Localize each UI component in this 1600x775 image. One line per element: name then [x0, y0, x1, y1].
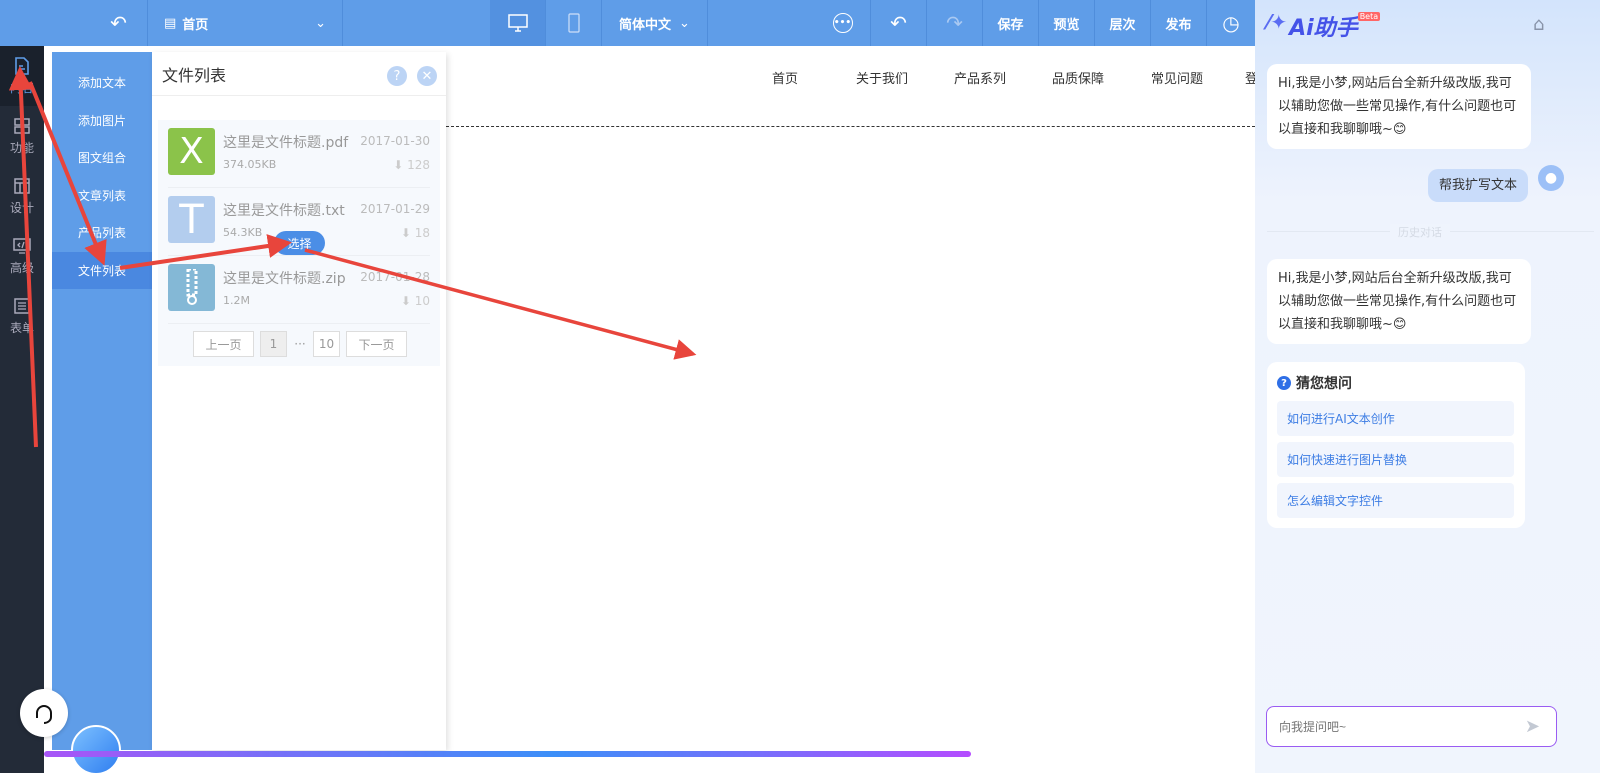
submenu-add-image[interactable]: 添加图片	[52, 102, 152, 140]
question-icon: ?	[1277, 376, 1291, 390]
ai-chat-input-box: ➤	[1266, 706, 1557, 747]
file-item[interactable]: 这里是文件标题.zip 1.2M 2017-01-28 ⬇ 10	[168, 256, 430, 324]
site-nav-home[interactable]: 首页	[772, 68, 798, 87]
site-nav-quality[interactable]: 品质保障	[1052, 68, 1104, 87]
code-icon	[13, 238, 31, 254]
customer-service-button[interactable]	[20, 689, 68, 737]
sidebar-item-design[interactable]: 设计	[0, 166, 44, 226]
history-divider: 历史对话	[1267, 224, 1594, 240]
select-file-button[interactable]: 选择	[274, 231, 325, 255]
page-10-button[interactable]: 10	[313, 331, 340, 357]
desktop-view-button[interactable]	[490, 0, 546, 46]
file-list-panel: 文件列表 ? ✕ X 这里是文件标题.pdf 374.05KB 2017-01-…	[152, 52, 446, 750]
site-nav-faq[interactable]: 常见问题	[1151, 68, 1203, 87]
suggested-question[interactable]: 怎么编辑文字控件	[1277, 483, 1514, 518]
submenu-article-list[interactable]: 文章列表	[52, 177, 152, 215]
site-nav-about[interactable]: 关于我们	[856, 68, 908, 87]
text-file-icon: T	[168, 196, 215, 243]
download-icon: ⬇	[400, 226, 415, 240]
more-button[interactable]: •••	[815, 0, 871, 46]
history-button[interactable]: ◷	[1207, 0, 1255, 46]
layout-icon	[14, 178, 30, 194]
publish-button[interactable]: 发布	[1151, 0, 1207, 46]
back-button[interactable]: ↶	[90, 0, 148, 46]
header-divider	[446, 126, 1255, 127]
document-icon	[15, 57, 29, 75]
ai-logo: ⁄✦ Ai助手 Beta	[1267, 10, 1381, 41]
excel-file-icon: X	[168, 128, 215, 175]
phone-icon	[567, 13, 580, 33]
close-icon[interactable]: ✕	[417, 66, 437, 86]
help-icon[interactable]: ?	[387, 66, 407, 86]
page-1-button[interactable]: 1	[260, 331, 287, 357]
submenu-add-text[interactable]: 添加文本	[52, 64, 152, 102]
more-icon: •••	[832, 13, 853, 33]
pager-ellipsis: ···	[294, 337, 306, 351]
suggested-questions: ? 猜您想问 如何进行AI文本创作 如何快速进行图片替换 怎么编辑文字控件	[1267, 362, 1525, 528]
redo-button[interactable]: ↷	[927, 0, 983, 46]
progress-bar	[44, 751, 971, 757]
site-nav-products[interactable]: 产品系列	[954, 68, 1006, 87]
layers-button[interactable]: 层次	[1095, 0, 1151, 46]
page-select[interactable]: ▤ 首页 ⌄	[148, 0, 343, 46]
clear-basket-icon[interactable]: ⌂	[1533, 14, 1544, 35]
ai-assistant-panel: ⁄✦ Ai助手 Beta ⌂ Hi,我是小梦,网站后台全新升级改版,我可以辅助您…	[1255, 0, 1600, 773]
ai-chat-input[interactable]	[1279, 719, 1519, 734]
content-submenu: 添加文本 添加图片 图文组合 文章列表 产品列表 文件列表	[52, 52, 152, 750]
user-avatar: ●	[1538, 165, 1564, 191]
submenu-image-text[interactable]: 图文组合	[52, 139, 152, 177]
top-toolbar: ↶ ▤ 首页 ⌄ 简体中文 ⌄ ••• ↶ ↷ 保存 预览 层次 发布 ◷	[0, 0, 1255, 46]
prev-page-button[interactable]: 上一页	[193, 331, 254, 357]
submenu-product-list[interactable]: 产品列表	[52, 214, 152, 252]
send-icon[interactable]: ➤	[1525, 716, 1540, 737]
page-icon: ▤	[164, 15, 177, 31]
sidebar-item-form[interactable]: 表单	[0, 286, 44, 346]
zip-file-icon	[168, 264, 215, 311]
sidebar-item-advanced[interactable]: 高级	[0, 226, 44, 286]
list-icon	[14, 298, 30, 314]
language-select[interactable]: 简体中文 ⌄	[602, 0, 708, 46]
preview-button[interactable]: 预览	[1039, 0, 1095, 46]
chevron-down-icon: ⌄	[315, 15, 326, 31]
ai-greeting-message: Hi,我是小梦,网站后台全新升级改版,我可以辅助您做一些常见操作,有什么问题也可…	[1267, 259, 1531, 344]
history-clock-icon: ◷	[1222, 11, 1240, 35]
monitor-icon	[507, 14, 528, 32]
file-item[interactable]: X 这里是文件标题.pdf 374.05KB 2017-01-30 ⬇ 128	[168, 120, 430, 188]
headset-icon	[36, 705, 52, 724]
chevron-down-icon: ⌄	[679, 15, 690, 31]
suggested-question[interactable]: 如何进行AI文本创作	[1277, 401, 1514, 436]
redo-icon: ↷	[946, 11, 963, 35]
save-button[interactable]: 保存	[983, 0, 1039, 46]
sidebar-item-content[interactable]: 内容	[0, 46, 44, 106]
mobile-view-button[interactable]	[546, 0, 602, 46]
sidebar-item-function[interactable]: 功能	[0, 106, 44, 166]
ai-greeting-message: Hi,我是小梦,网站后台全新升级改版,我可以辅助您做一些常见操作,有什么问题也可…	[1267, 64, 1531, 149]
grid-icon	[14, 118, 30, 134]
download-icon: ⬇	[393, 158, 408, 172]
next-page-button[interactable]: 下一页	[346, 331, 407, 357]
undo-arrow-icon: ↶	[110, 11, 127, 35]
site-nav-login[interactable]: 登	[1245, 68, 1255, 87]
download-icon: ⬇	[400, 294, 415, 308]
undo-icon: ↶	[890, 11, 907, 35]
magic-wand-icon: ⁄✦	[1267, 10, 1288, 34]
assistant-orb[interactable]	[71, 725, 121, 775]
left-sidebar: 内容 功能 设计 高级 表单	[0, 46, 44, 773]
user-message: 帮我扩写文本	[1428, 169, 1529, 202]
suggested-question[interactable]: 如何快速进行图片替换	[1277, 442, 1514, 477]
undo-button[interactable]: ↶	[871, 0, 927, 46]
submenu-file-list[interactable]: 文件列表	[52, 251, 152, 289]
